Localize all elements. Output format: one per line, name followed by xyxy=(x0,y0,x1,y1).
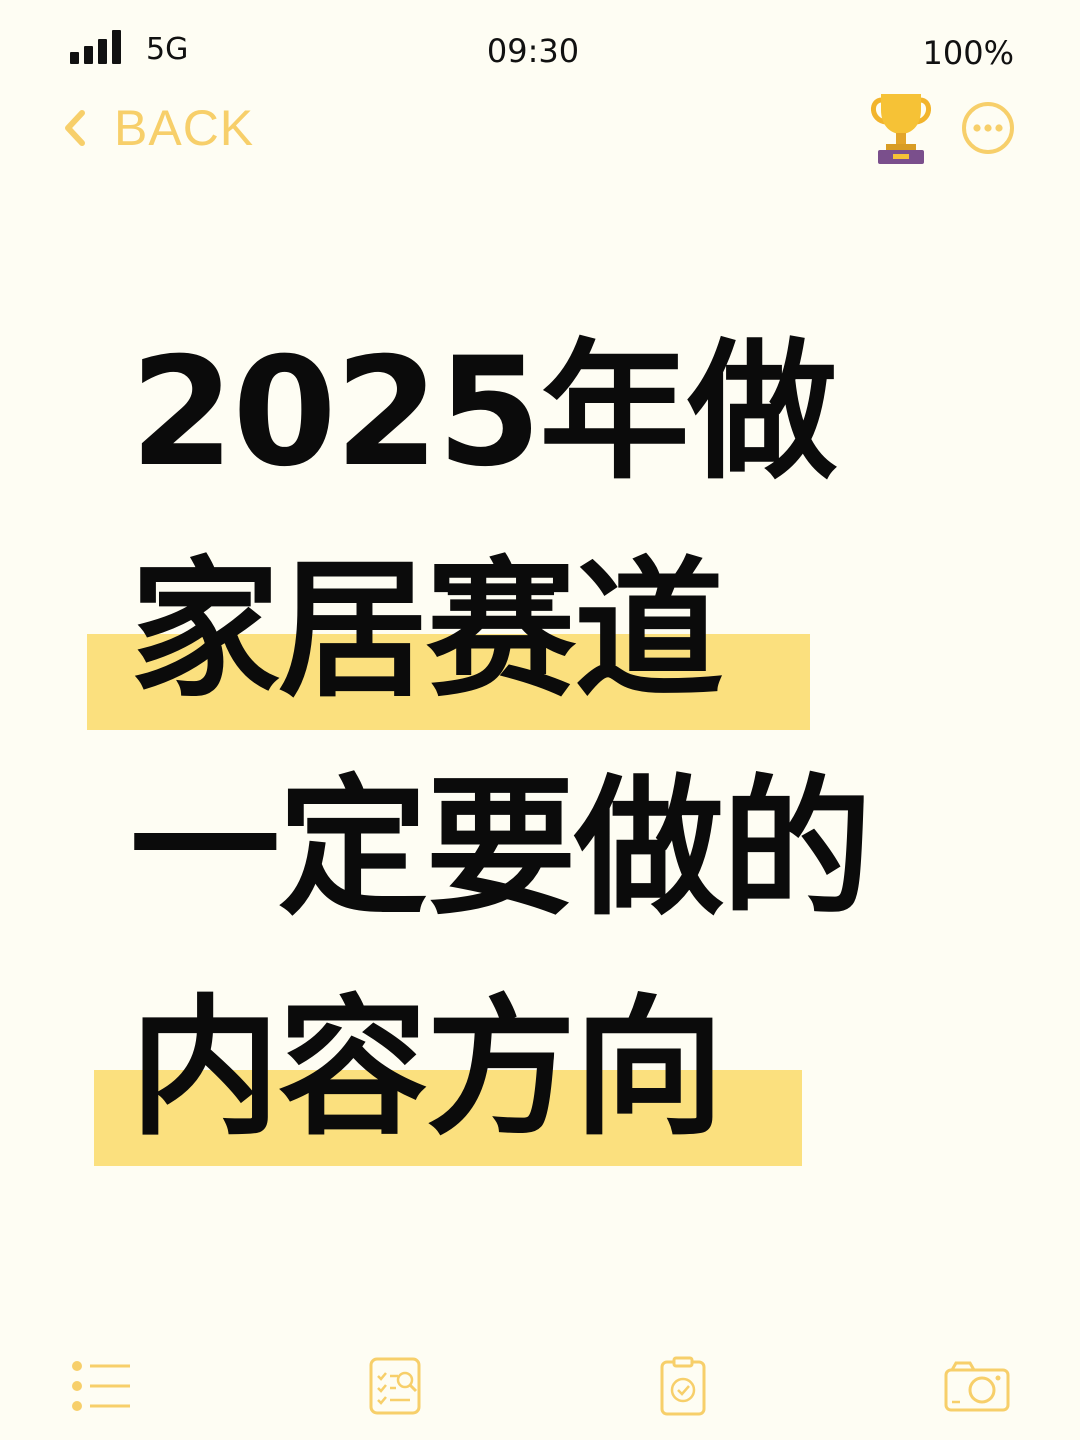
title-line: 2025年做 xyxy=(130,326,837,500)
list-icon[interactable] xyxy=(68,1356,138,1416)
main-title: 2025年做 家居赛道 一定要做的 内容方向 xyxy=(0,0,1080,1300)
title-line: 家居赛道 xyxy=(130,544,724,718)
camera-icon[interactable] xyxy=(942,1356,1012,1416)
title-line: 一定要做的 xyxy=(130,762,872,936)
title-line: 内容方向 xyxy=(130,982,724,1156)
clipboard-check-icon[interactable] xyxy=(648,1356,718,1416)
bottom-toolbar xyxy=(0,1340,1080,1440)
checklist-search-icon[interactable] xyxy=(360,1356,430,1416)
